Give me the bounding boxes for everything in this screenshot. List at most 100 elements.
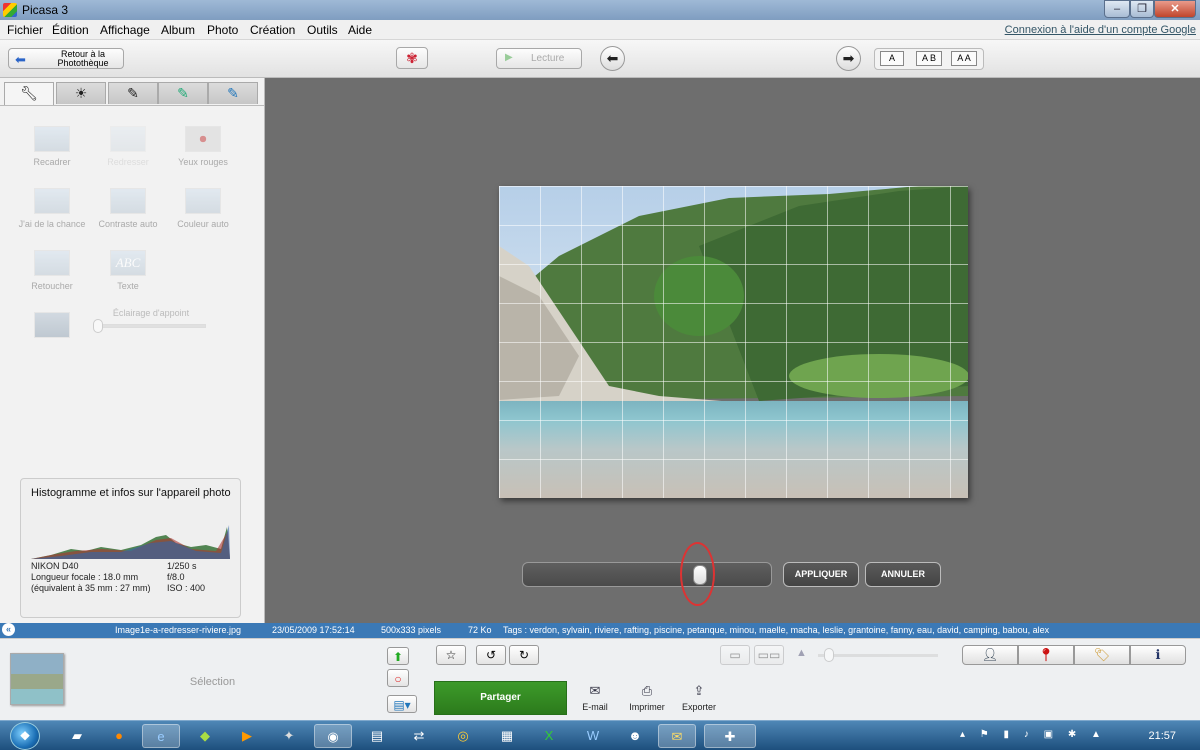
menu-creation[interactable]: Création (250, 23, 295, 37)
menu-photo[interactable]: Photo (207, 23, 238, 37)
menu-album[interactable]: Album (161, 23, 195, 37)
folder-icon: ▰ (72, 728, 82, 743)
tab-effects-2[interactable]: ✎ (158, 82, 208, 104)
close-button[interactable]: ✕ (1154, 0, 1196, 18)
caption-mode-a[interactable]: A (880, 51, 904, 66)
taskbar-messenger[interactable]: ✉ (658, 724, 696, 748)
menu-aide[interactable]: Aide (348, 23, 372, 37)
chrome-icon: ◎ (457, 728, 469, 743)
thumbnail-zoom-slider[interactable]: ▲ (796, 647, 941, 662)
tray-icons[interactable]: ▴ ⚑ ▮ ♪ ▣ ✱ ▲ (960, 729, 1107, 740)
collapse-tray-icon[interactable]: « (2, 623, 15, 636)
photo-canvas: APPLIQUER ANNULER (266, 78, 1200, 623)
email-label: E-mail (582, 702, 608, 712)
taskbar-media[interactable]: ▶ (228, 724, 266, 748)
caption-mode-ab[interactable]: A B (916, 51, 942, 66)
tag-icon: 🏷︎ (1093, 647, 1111, 662)
taskbar-app2[interactable]: ☻ (616, 724, 654, 748)
slideshow-play-button[interactable]: ▶ Lecture (496, 48, 582, 69)
tool-lucky-label: J'ai de la chance (18, 219, 86, 229)
fill-light-slider[interactable] (93, 319, 206, 333)
tab-basic-fixes[interactable]: 🔧︎ (4, 82, 54, 105)
printer-icon: ⎙ (641, 683, 653, 698)
tool-crop-label: Recadrer (33, 157, 71, 167)
histogram-box: Histogramme et infos sur l'appareil phot… (20, 478, 241, 618)
menu-edition[interactable]: Édition (52, 23, 89, 37)
tool-auto-contrast[interactable]: Contraste auto (91, 188, 165, 229)
taskbar-excel[interactable]: X (530, 724, 568, 748)
aperture: f/8.0 (167, 572, 185, 582)
minimize-button[interactable]: – (1104, 0, 1130, 18)
crop-icon (34, 126, 70, 152)
google-signin-link[interactable]: Connexion à l'aide d'un compte Google (1005, 24, 1196, 36)
selection-label: Sélection (189, 676, 236, 688)
export-button[interactable]: ⇪ Exporter (678, 683, 720, 712)
straighten-grid (499, 186, 968, 498)
tray-thumbnail[interactable] (10, 653, 64, 705)
tool-retouch[interactable]: Retoucher (15, 250, 89, 291)
taskbar-app[interactable]: ◆ (186, 724, 224, 748)
tab-effects-1[interactable]: ✎ (108, 82, 158, 104)
taskbar-picasa-viewer[interactable]: ◉ (314, 724, 352, 748)
taskbar-explorer[interactable]: ▰ (58, 724, 96, 748)
collage-button[interactable]: ✾ (396, 47, 428, 69)
next-photo-button[interactable]: ➡ (836, 46, 861, 71)
tool-redeye[interactable]: Yeux rouges (166, 126, 240, 167)
tool-text[interactable]: ABC Texte (91, 250, 165, 291)
menu-affichage[interactable]: Affichage (100, 23, 150, 37)
thumb-size-small[interactable]: ▭ (720, 645, 750, 665)
places-button[interactable]: 📍︎ (1018, 645, 1074, 665)
taskbar-notes[interactable]: ▤ (358, 724, 396, 748)
taskbar-picasa[interactable]: ✚ (704, 724, 756, 748)
windows-logo-icon: ❖ (19, 729, 31, 743)
star-button[interactable]: ☆ (436, 645, 466, 665)
red-highlight-annotation (680, 542, 715, 606)
brush-icon: ✎ (127, 85, 139, 101)
share-button[interactable]: Partager (434, 681, 567, 715)
info-button[interactable]: ℹ (1130, 645, 1186, 665)
people-button[interactable]: 👤︎ (962, 645, 1018, 665)
menu-outils[interactable]: Outils (307, 23, 338, 37)
taskbar-word[interactable]: W (574, 724, 612, 748)
menu-fichier[interactable]: Fichier (7, 23, 43, 37)
system-tray: ▴ ⚑ ▮ ♪ ▣ ✱ ▲ (960, 729, 1107, 740)
thumb-size-large[interactable]: ▭▭ (754, 645, 784, 665)
previous-photo-button[interactable]: ⬅ (600, 46, 625, 71)
sun-icon: ☀︎ (74, 85, 88, 101)
clock[interactable]: 21:57 (1148, 730, 1176, 742)
tab-tuning[interactable]: ☀︎ (56, 82, 106, 104)
tags-button[interactable]: 🏷︎ (1074, 645, 1130, 665)
email-button[interactable]: ✉ E-mail (578, 683, 612, 712)
messenger-icon: ✉ (671, 729, 683, 744)
taskbar-firefox[interactable]: ● (100, 724, 138, 748)
maximize-button[interactable]: ❐ (1130, 0, 1154, 18)
tool-lucky[interactable]: J'ai de la chance (15, 188, 89, 229)
hold-pin-button[interactable]: ⬆ (387, 647, 409, 665)
taskbar-network[interactable]: ⇄ (400, 724, 438, 748)
tab-effects-3[interactable]: ✎ (208, 82, 258, 104)
zoom-slider-handle[interactable] (824, 648, 834, 662)
network-icon: ⇄ (413, 728, 425, 743)
start-button[interactable]: ❖ (10, 722, 40, 750)
add-to-album-button[interactable]: ▤▾ (387, 695, 417, 713)
cancel-button[interactable]: ANNULER (865, 562, 941, 587)
fill-light-label: Éclairage d'appoint (112, 308, 190, 318)
taskbar-paint[interactable]: ✦ (270, 724, 308, 748)
tool-auto-contrast-label: Contraste auto (98, 219, 158, 229)
taskbar-chrome[interactable]: ◎ (444, 724, 482, 748)
rotate-left-button[interactable]: ↺ (476, 645, 506, 665)
straighten-slider[interactable] (522, 562, 772, 587)
fill-light-handle[interactable] (93, 319, 103, 333)
apply-button[interactable]: APPLIQUER (783, 562, 859, 587)
back-to-library-button[interactable]: ⬅ Retour à la Photothèque (8, 48, 124, 69)
rotate-right-button[interactable]: ↻ (509, 645, 539, 665)
taskbar-calculator[interactable]: ▦ (488, 724, 526, 748)
taskbar-ie[interactable]: e (142, 724, 180, 748)
clear-selection-button[interactable]: ○ (387, 669, 409, 687)
tool-auto-color[interactable]: Couleur auto (166, 188, 240, 229)
tool-crop[interactable]: Recadrer (15, 126, 89, 167)
export-icon: ⇪ (693, 683, 705, 698)
print-button[interactable]: ⎙ Imprimer (624, 683, 670, 712)
tool-straighten[interactable]: Redresser (91, 126, 165, 167)
caption-mode-aa[interactable]: A A (951, 51, 977, 66)
